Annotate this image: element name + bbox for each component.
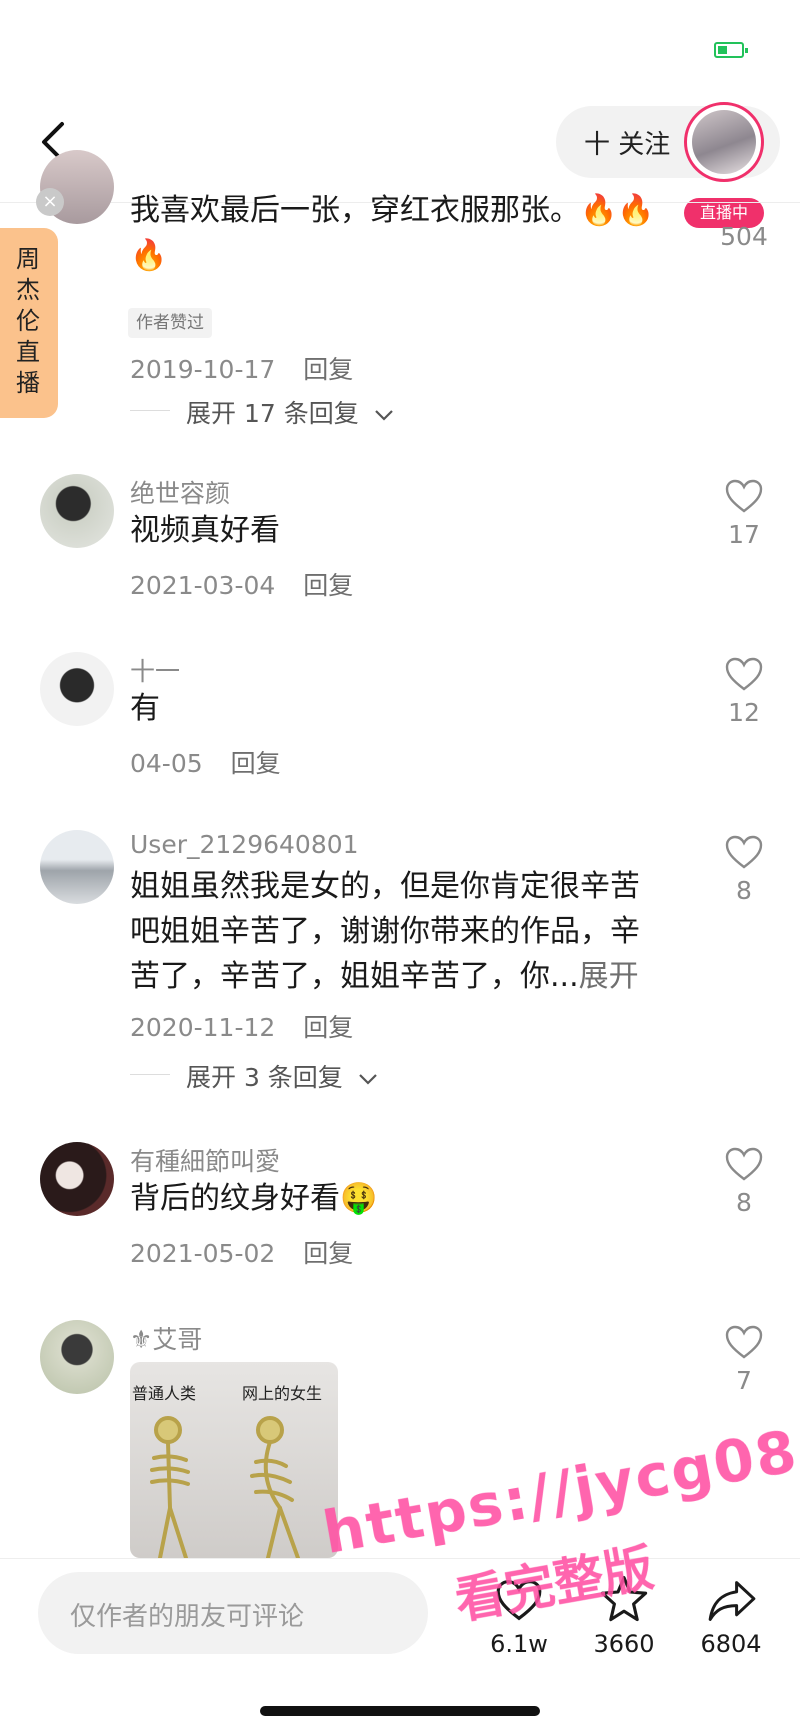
comment-author[interactable]: 有種細節叫愛 bbox=[130, 1142, 280, 1178]
battery-icon bbox=[714, 42, 748, 58]
live-side-tab[interactable]: 周杰伦直播 bbox=[0, 228, 58, 418]
like-count: 17 bbox=[728, 520, 760, 549]
follow-label[interactable]: 十 关注 bbox=[584, 124, 670, 161]
expand-divider bbox=[130, 1074, 170, 1075]
star-icon[interactable] bbox=[600, 1574, 648, 1622]
comment-author[interactable]: 绝世容颜 bbox=[130, 474, 230, 510]
comment-date: 2021-03-04 bbox=[130, 571, 276, 600]
comment-text: 视频真好看 bbox=[130, 513, 280, 548]
home-indicator bbox=[260, 1706, 540, 1716]
reply-button[interactable]: 回复 bbox=[303, 571, 353, 600]
avatar[interactable] bbox=[40, 1320, 114, 1394]
comment-body: 姐姐虽然我是女的，但是你肯定很辛苦吧姐姐辛苦了，谢谢你带来的作品，辛苦了，辛苦了… bbox=[130, 869, 640, 994]
avatar[interactable] bbox=[40, 652, 114, 726]
expand-label: 展开 3 条回复 bbox=[186, 1063, 343, 1092]
like-count: 8 bbox=[736, 876, 752, 905]
comment-date: 2021-05-02 bbox=[130, 1239, 276, 1268]
heart-icon[interactable] bbox=[724, 656, 764, 692]
expand-text-button[interactable]: 展开 bbox=[579, 959, 639, 994]
chevron-down-icon bbox=[374, 410, 393, 421]
expand-label: 展开 17 条回复 bbox=[186, 399, 359, 428]
avatar-image bbox=[692, 110, 756, 174]
like-count: 504 bbox=[720, 222, 768, 251]
avatar[interactable] bbox=[40, 474, 114, 548]
live-avatar[interactable] bbox=[684, 102, 764, 182]
comment-input-placeholder: 仅作者的朋友可评论 bbox=[70, 1602, 305, 1632]
heart-icon[interactable] bbox=[724, 834, 764, 870]
like-count: 7 bbox=[736, 1366, 752, 1395]
reply-button[interactable]: 回复 bbox=[303, 1013, 353, 1042]
heart-icon[interactable] bbox=[494, 1578, 544, 1622]
comment-text: 姐姐虽然我是女的，但是你肯定很辛苦吧姐姐辛苦了，谢谢你带来的作品，辛苦了，辛苦了… bbox=[130, 864, 660, 999]
comment-input[interactable]: 仅作者的朋友可评论 bbox=[38, 1572, 428, 1654]
like-total: 6.1w bbox=[490, 1630, 548, 1658]
side-tab-label: 周杰伦直播 bbox=[16, 245, 40, 397]
expand-replies-button[interactable]: 展开 3 条回复 bbox=[186, 1058, 379, 1094]
share-icon[interactable] bbox=[706, 1578, 758, 1624]
expand-divider bbox=[130, 410, 170, 411]
avatar[interactable] bbox=[40, 830, 114, 904]
reply-button[interactable]: 回复 bbox=[303, 1239, 353, 1268]
watermark-url: https://jycg08.com bbox=[318, 1387, 800, 1567]
author-liked-badge: 作者赞过 bbox=[128, 308, 212, 338]
expand-replies-button[interactable]: 展开 17 条回复 bbox=[186, 394, 395, 430]
chevron-down-icon bbox=[358, 1074, 377, 1085]
watermark: https://jycg08.com 看完整版 bbox=[318, 1387, 800, 1630]
comment-date: 2020-11-12 bbox=[130, 1013, 276, 1042]
comment-meta: 04-05 回复 bbox=[130, 744, 281, 780]
comment-meta: 2021-05-02 回复 bbox=[130, 1234, 353, 1270]
heart-icon[interactable] bbox=[724, 1146, 764, 1182]
heart-icon[interactable] bbox=[724, 478, 764, 514]
like-count: 12 bbox=[728, 698, 760, 727]
comment-meta: 2019-10-17 回复 bbox=[130, 350, 353, 386]
comment-text: 背后的纹身好看🤑 bbox=[130, 1181, 378, 1216]
share-total: 6804 bbox=[700, 1630, 762, 1658]
heart-icon[interactable] bbox=[724, 1324, 764, 1360]
like-count: 8 bbox=[736, 1188, 752, 1217]
comment-text: 我喜欢最后一张，穿红衣服那张。🔥🔥🔥 bbox=[130, 193, 655, 273]
close-icon[interactable]: × bbox=[36, 188, 64, 216]
comment-text: 有 bbox=[130, 691, 160, 726]
avatar[interactable] bbox=[40, 1142, 114, 1216]
comment-meta: 2021-03-04 回复 bbox=[130, 566, 353, 602]
favorite-total: 3660 bbox=[593, 1630, 655, 1658]
skeleton-image bbox=[150, 1416, 300, 1558]
image-label: 网上的女生 bbox=[242, 1384, 323, 1403]
comment-date: 04-05 bbox=[130, 749, 203, 778]
reply-image[interactable]: 普通人类 网上的女生 bbox=[130, 1362, 338, 1558]
image-label: 普通人类 bbox=[132, 1384, 197, 1403]
comment-date: 2019-10-17 bbox=[130, 355, 276, 384]
reply-button[interactable]: 回复 bbox=[231, 749, 281, 778]
comment-author[interactable]: User_2129640801 bbox=[130, 830, 359, 859]
comment-author[interactable]: ⚜艾哥 bbox=[130, 1320, 202, 1356]
reply-button[interactable]: 回复 bbox=[303, 355, 353, 384]
comment-meta: 2020-11-12 回复 bbox=[130, 1008, 353, 1044]
comment-author[interactable]: 十一 bbox=[130, 652, 180, 688]
